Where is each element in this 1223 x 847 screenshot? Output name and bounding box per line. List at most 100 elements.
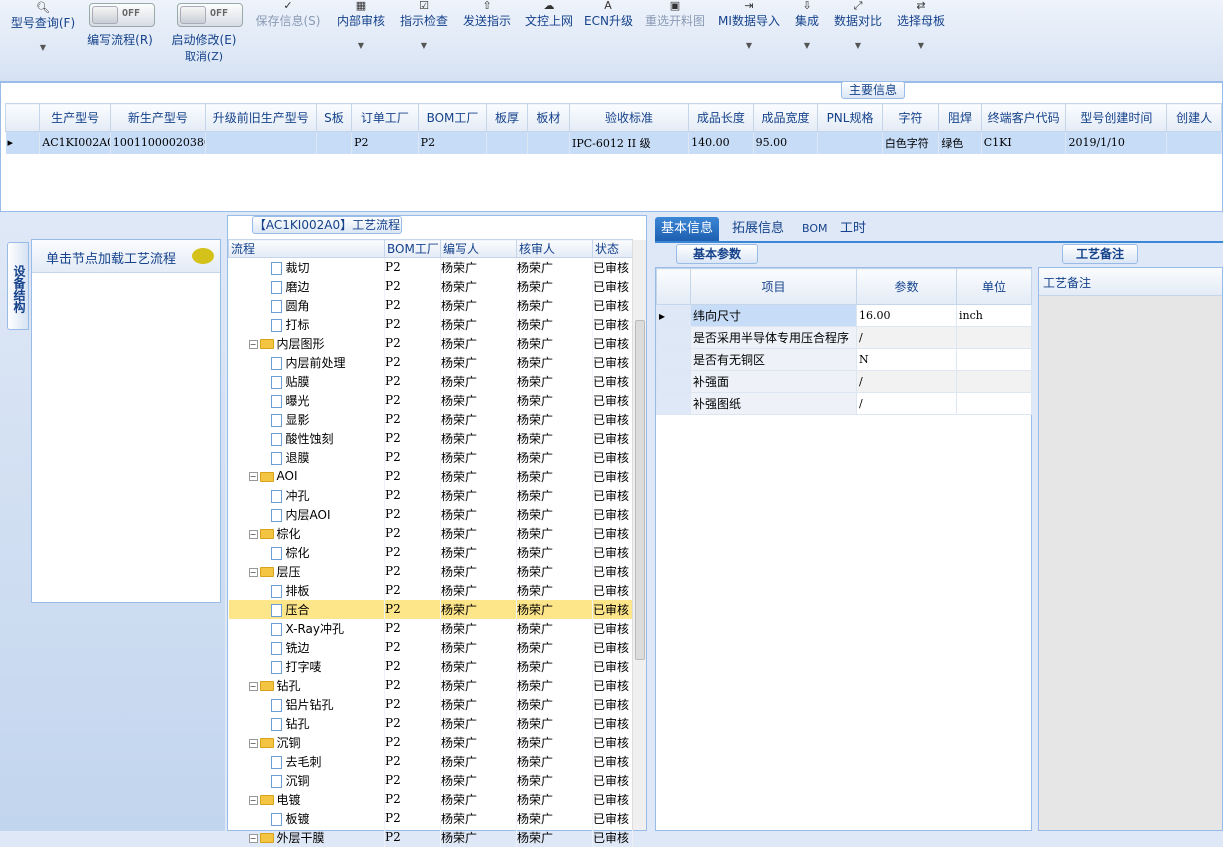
column-header[interactable]: 成品宽度	[752, 103, 819, 132]
column-header[interactable]: 验收标准	[569, 103, 690, 132]
process-row[interactable]: − 钻孔 P2 杨荣广 杨荣广 已审核	[228, 675, 633, 695]
process-row[interactable]: 去毛刺 P2 杨荣广 杨荣广 已审核	[228, 751, 633, 771]
column-header[interactable]: 板材	[526, 103, 571, 132]
internal-review-button[interactable]: ▦ 内部审核 ▼	[334, 0, 388, 50]
param-value-field[interactable]: /	[856, 392, 957, 415]
column-header[interactable]: 板厚	[486, 103, 528, 132]
process-row[interactable]: − 外层干膜 P2 杨荣广 杨荣广 已审核	[228, 827, 633, 847]
scrollbar-thumb[interactable]	[635, 320, 645, 660]
param-value-field[interactable]: N	[856, 348, 957, 371]
mi-import-button[interactable]: ⇥ MI数据导入 ▼	[716, 0, 782, 50]
column-header[interactable]: 订单工厂	[351, 103, 419, 132]
process-row[interactable]: 沉铜 P2 杨荣广 杨荣广 已审核	[228, 770, 633, 790]
column-header[interactable]: BOM工厂	[384, 239, 441, 258]
equipment-tree[interactable]: 单击节点加载工艺流程	[31, 239, 221, 603]
column-header[interactable]: 成品长度	[688, 103, 754, 132]
process-row[interactable]: 打标 P2 杨荣广 杨荣广 已审核	[228, 314, 633, 334]
collapse-icon[interactable]: −	[248, 738, 258, 748]
process-row[interactable]: − 棕化 P2 杨荣广 杨荣广 已审核	[228, 523, 633, 543]
tab-bom[interactable]: BOM	[796, 217, 834, 241]
process-row[interactable]: 退膜 P2 杨荣广 杨荣广 已审核	[228, 447, 633, 467]
process-row[interactable]: 打字唛 P2 杨荣广 杨荣广 已审核	[228, 656, 633, 676]
column-header[interactable]: 型号创建时间	[1065, 103, 1168, 132]
process-row[interactable]: 铝片钻孔 P2 杨荣广 杨荣广 已审核	[228, 694, 633, 714]
column-header[interactable]: 升级前旧生产型号	[204, 103, 317, 132]
column-header[interactable]: BOM工厂	[417, 103, 488, 132]
process-row[interactable]: − AOI P2 杨荣广 杨荣广 已审核	[228, 466, 633, 486]
process-row[interactable]: − 沉铜 P2 杨荣广 杨荣广 已审核	[228, 732, 633, 752]
column-header[interactable]: 参数	[856, 268, 957, 305]
indicator-check-button[interactable]: ☑ 指示检查 ▼	[397, 0, 451, 50]
process-row[interactable]: 钻孔 P2 杨荣广 杨荣广 已审核	[228, 713, 633, 733]
process-row[interactable]: 磨边 P2 杨荣广 杨荣广 已审核	[228, 276, 633, 296]
collapse-icon[interactable]: −	[248, 681, 258, 691]
collapse-icon[interactable]: −	[248, 795, 258, 805]
column-header[interactable]: 核审人	[516, 239, 593, 258]
process-row[interactable]: − 层压 P2 杨荣广 杨荣广 已审核	[228, 561, 633, 581]
process-scrollbar[interactable]	[632, 240, 646, 830]
collapse-icon[interactable]: −	[248, 529, 258, 539]
collapse-icon[interactable]: −	[248, 339, 258, 349]
process-row[interactable]: 曝光 P2 杨荣广 杨荣广 已审核	[228, 390, 633, 410]
process-row[interactable]: 棕化 P2 杨荣广 杨荣广 已审核	[228, 542, 633, 562]
write-flow-button[interactable]: 编写流程(R)	[84, 31, 156, 48]
send-indicator-button[interactable]: ⇧ 发送指示	[460, 0, 514, 29]
collapse-icon[interactable]: −	[248, 567, 258, 577]
process-notes-input[interactable]	[1043, 300, 1218, 820]
process-row[interactable]: − 电镀 P2 杨荣广 杨荣广 已审核	[228, 789, 633, 809]
select-master-button[interactable]: ⇄ 选择母板 ▼	[894, 0, 948, 50]
param-row[interactable]: 是否有无铜区 N	[656, 348, 1032, 371]
column-header[interactable]: 新生产型号	[109, 103, 206, 132]
param-value-field[interactable]: 16.00	[856, 304, 957, 327]
collapse-icon[interactable]: −	[248, 833, 258, 843]
collapse-icon[interactable]: −	[248, 472, 258, 481]
param-row[interactable]: 是否采用半导体专用压合程序 /	[656, 326, 1032, 349]
process-row[interactable]: 压合 P2 杨荣广 杨荣广 已审核	[228, 599, 633, 619]
process-row[interactable]: X-Ray冲孔 P2 杨荣广 杨荣广 已审核	[228, 618, 633, 638]
column-header[interactable]: 单位	[956, 268, 1032, 305]
process-row[interactable]: 圆角 P2 杨荣广 杨荣广 已审核	[228, 295, 633, 315]
column-header[interactable]: 状态	[592, 239, 633, 258]
tab-extended-info[interactable]: 拓展信息	[726, 217, 790, 241]
column-header[interactable]: 项目	[690, 268, 857, 305]
process-row[interactable]: 酸性蚀刻 P2 杨荣广 杨荣广 已审核	[228, 428, 633, 448]
ecn-upgrade-button[interactable]: A ECN升级	[584, 0, 633, 29]
column-header[interactable]: 创建人	[1166, 103, 1222, 132]
process-row[interactable]: 板镀 P2 杨荣广 杨荣广 已审核	[228, 808, 633, 828]
model-query-button[interactable]: 🔍︎ 型号查询(F) ▼	[8, 2, 78, 53]
integrate-button[interactable]: ⇩ 集成 ▼	[790, 0, 824, 50]
process-row[interactable]: 内层前处理 P2 杨荣广 杨荣广 已审核	[228, 352, 633, 372]
column-header[interactable]: 阻焊	[938, 103, 982, 132]
table-row[interactable]: ▸ AC1KI002A0 10011000020380 P2 P2 IPC-6012 II…	[5, 131, 1222, 154]
doc-control-online-button[interactable]: ☁ 文控上网	[522, 0, 576, 29]
start-modify-toggle[interactable]: OFF	[177, 3, 243, 27]
column-header[interactable]: 编写人	[440, 239, 517, 258]
process-row[interactable]: 裁切 P2 杨荣广 杨荣广 已审核	[228, 257, 633, 277]
tab-basic-info[interactable]: 基本信息	[655, 217, 720, 241]
column-header[interactable]: 终端客户代码	[980, 103, 1067, 132]
column-header[interactable]: 流程	[228, 239, 385, 258]
process-row[interactable]: − 内层图形 P2 杨荣广 杨荣广 已审核	[228, 333, 633, 353]
save-info-button[interactable]: ✓ 保存信息(S)	[254, 0, 322, 29]
cancel-button[interactable]: 取消(Z)	[182, 48, 226, 64]
param-value-field[interactable]: /	[856, 370, 957, 393]
write-flow-toggle[interactable]: OFF	[89, 3, 155, 27]
param-row[interactable]: 补强图纸 /	[656, 392, 1032, 415]
column-header[interactable]: 生产型号	[39, 103, 111, 132]
column-header[interactable]: PNL规格	[817, 103, 883, 132]
column-header[interactable]: S板	[315, 103, 353, 132]
reselect-cutting-button[interactable]: ▣ 重选开料图	[642, 0, 708, 29]
process-row[interactable]: 排板 P2 杨荣广 杨荣广 已审核	[228, 580, 633, 600]
data-compare-button[interactable]: ⤢ 数据对比 ▼	[832, 0, 884, 50]
process-row[interactable]: 铣边 P2 杨荣广 杨荣广 已审核	[228, 637, 633, 657]
process-row[interactable]: 显影 P2 杨荣广 杨荣广 已审核	[228, 409, 633, 429]
param-row[interactable]: 补强面 /	[656, 370, 1032, 393]
process-row[interactable]: 内层AOI P2 杨荣广 杨荣广 已审核	[228, 504, 633, 524]
process-row[interactable]: 冲孔 P2 杨荣广 杨荣广 已审核	[228, 485, 633, 505]
param-value-field[interactable]: /	[856, 326, 957, 349]
start-modify-button[interactable]: 启动修改(E)	[170, 31, 238, 48]
param-row[interactable]: ▸ 纬向尺寸 16.00 inch	[656, 304, 1032, 327]
tab-work-hours[interactable]: 工时	[834, 217, 872, 241]
tab-equipment-structure[interactable]: 设备结构	[7, 242, 29, 330]
process-row[interactable]: 贴膜 P2 杨荣广 杨荣广 已审核	[228, 371, 633, 391]
